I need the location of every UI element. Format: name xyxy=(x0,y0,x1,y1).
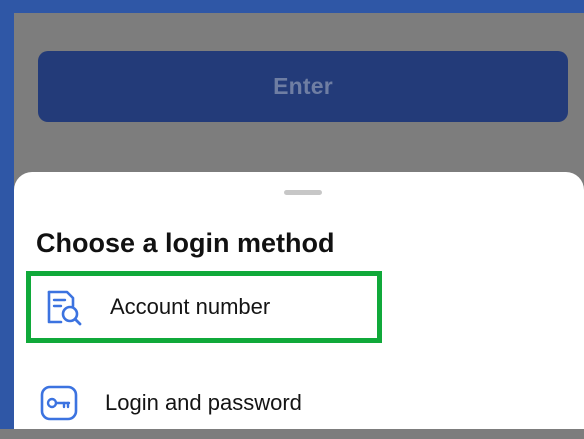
window-frame-left xyxy=(0,0,14,429)
sheet-title: Choose a login method xyxy=(36,228,335,258)
login-method-sheet: Choose a login method Account number Log… xyxy=(14,172,584,429)
option-account-number-label: Account number xyxy=(110,294,271,319)
option-account-number[interactable]: Account number xyxy=(26,271,382,343)
window-frame-top xyxy=(0,0,584,13)
enter-button[interactable]: Enter xyxy=(38,51,568,122)
key-icon xyxy=(38,382,80,424)
document-search-icon xyxy=(43,286,85,328)
option-login-password[interactable]: Login and password xyxy=(26,367,382,439)
sheet-grabber-handle[interactable] xyxy=(284,190,322,195)
option-login-password-label: Login and password xyxy=(105,390,302,415)
